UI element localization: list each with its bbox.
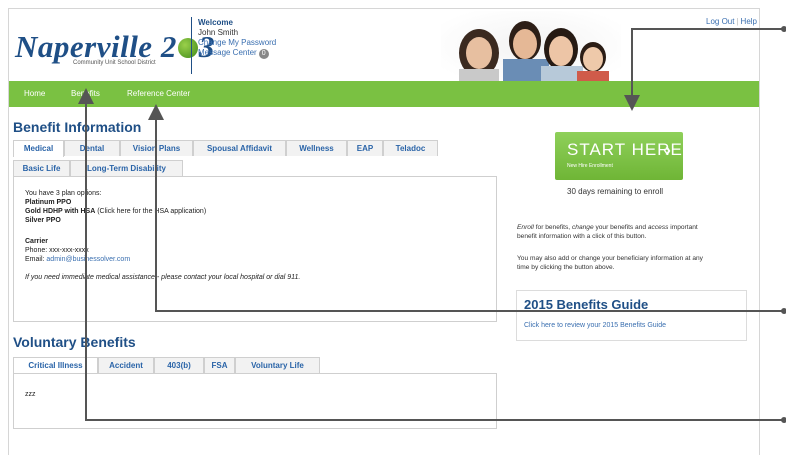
callout-dot-2: [781, 308, 786, 314]
callout-dot-1: [781, 26, 786, 32]
callout-dot-3: [781, 417, 786, 423]
callout-start-here: [624, 28, 786, 111]
callout-benefits: [78, 88, 786, 421]
callout-reference-center: [148, 104, 786, 312]
callout-arrows: [78, 26, 786, 423]
